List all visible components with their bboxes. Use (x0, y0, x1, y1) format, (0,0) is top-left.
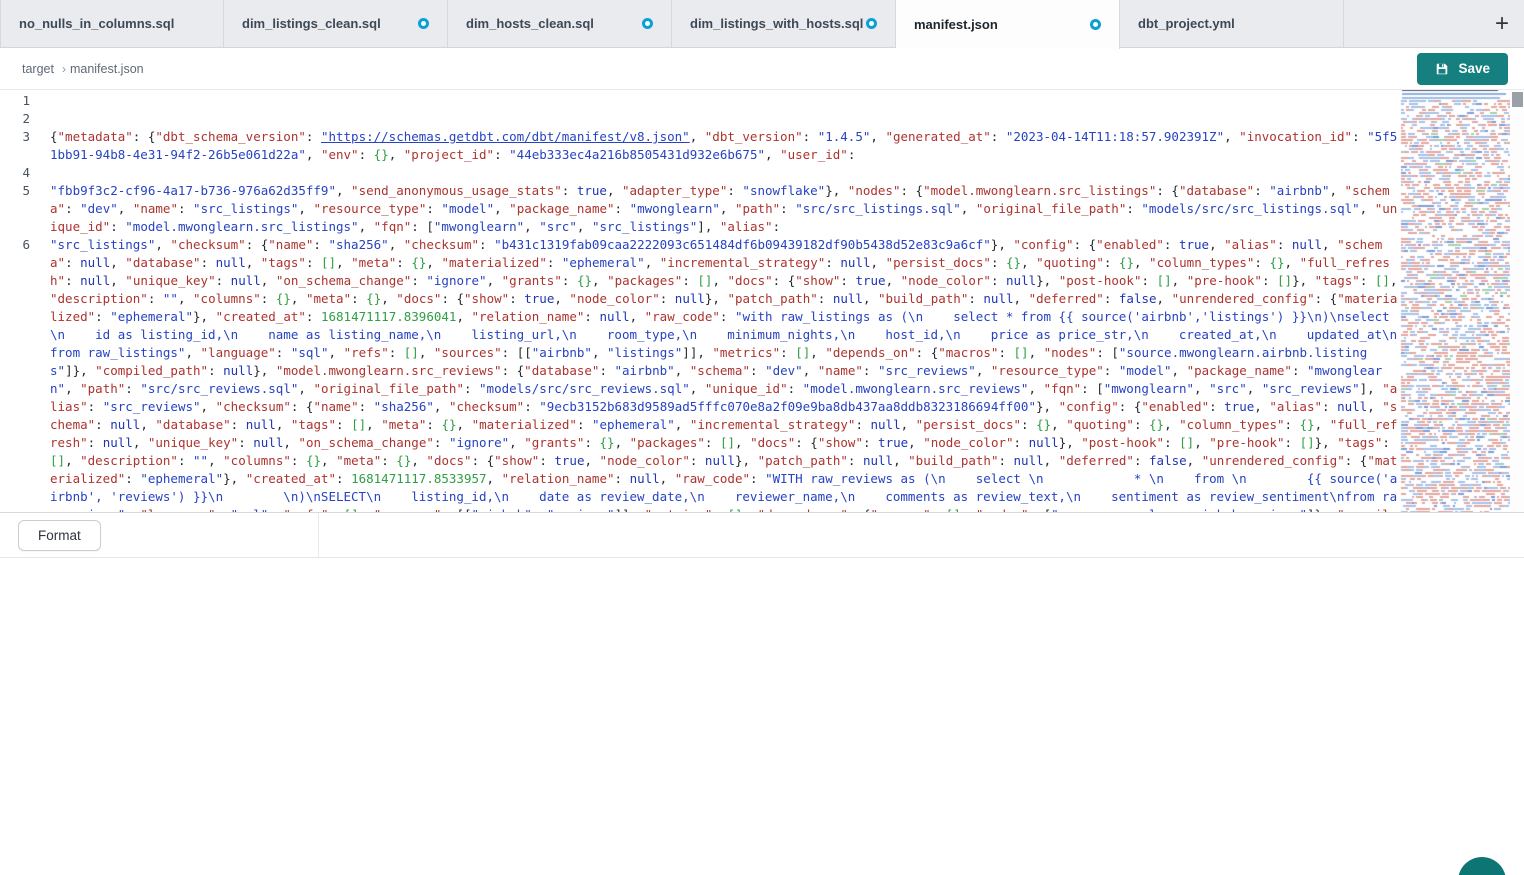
code-line[interactable]: 4 (0, 164, 1398, 182)
tabbar-spacer (1344, 0, 1480, 47)
unsaved-dot-icon[interactable] (866, 18, 877, 29)
tab-manifest-json[interactable]: manifest.json (896, 0, 1120, 49)
tab-label: manifest.json (914, 17, 998, 32)
tab-bar: no_nulls_in_columns.sql dim_listings_cle… (0, 0, 1524, 48)
plus-icon: + (1495, 10, 1509, 38)
toolbar-divider (318, 513, 319, 557)
line-number: 6 (0, 236, 44, 254)
bottom-toolbar: Format (0, 512, 1524, 558)
breadcrumb-folder: target (22, 62, 54, 76)
code-line-text[interactable] (44, 110, 1398, 128)
tab-label: dbt_project.yml (1138, 16, 1235, 31)
save-button-label: Save (1458, 61, 1490, 76)
tab-label: dim_hosts_clean.sql (466, 16, 594, 31)
unsaved-dot-icon[interactable] (642, 18, 653, 29)
new-tab-button[interactable]: + (1480, 0, 1524, 47)
editor-scrollbar[interactable] (1510, 90, 1524, 512)
breadcrumb-file: manifest.json (70, 62, 144, 76)
action-bar: target › manifest.json Save (0, 48, 1524, 90)
unsaved-dot-icon[interactable] (418, 18, 429, 29)
line-number: 2 (0, 110, 44, 128)
code-line-text[interactable] (44, 92, 1398, 110)
line-number: 3 (0, 128, 44, 146)
code-line[interactable]: 1 (0, 92, 1398, 110)
scrollbar-thumb[interactable] (1512, 92, 1523, 107)
tab-dim-listings-clean[interactable]: dim_listings_clean.sql (224, 0, 448, 47)
tab-dbt-project-yml[interactable]: dbt_project.yml (1120, 0, 1344, 47)
save-button[interactable]: Save (1417, 53, 1508, 85)
results-panel (0, 558, 1524, 875)
line-number: 4 (0, 164, 44, 182)
editor-minimap[interactable] (1400, 90, 1510, 512)
line-number: 1 (0, 92, 44, 110)
tab-no-nulls-in-columns[interactable]: no_nulls_in_columns.sql (0, 0, 224, 47)
code-rows[interactable]: 1 2 3{"metadata": {"dbt_schema_version":… (0, 92, 1398, 512)
tab-label: no_nulls_in_columns.sql (19, 16, 174, 31)
unsaved-dot-icon[interactable] (1090, 19, 1101, 30)
code-line[interactable]: 6"src_listings", "checksum": {"name": "s… (0, 236, 1398, 512)
code-editor[interactable]: 1 2 3{"metadata": {"dbt_schema_version":… (0, 90, 1524, 512)
format-button[interactable]: Format (18, 520, 101, 551)
code-line[interactable]: 2 (0, 110, 1398, 128)
tab-dim-listings-with-hosts[interactable]: dim_listings_with_hosts.sql (672, 0, 896, 47)
tab-label: dim_listings_with_hosts.sql (690, 16, 863, 31)
line-number: 5 (0, 182, 44, 200)
code-line[interactable]: 3{"metadata": {"dbt_schema_version": "ht… (0, 128, 1398, 164)
code-line[interactable]: 5"fbb9f3c2-cf96-4a17-b736-976a62d35ff9",… (0, 182, 1398, 236)
chevron-right-icon: › (62, 62, 66, 76)
floppy-disk-icon (1435, 62, 1449, 76)
tab-label: dim_listings_clean.sql (242, 16, 381, 31)
tab-dim-hosts-clean[interactable]: dim_hosts_clean.sql (448, 0, 672, 47)
help-bubble-button[interactable] (1458, 857, 1506, 875)
code-line-text[interactable]: "fbb9f3c2-cf96-4a17-b736-976a62d35ff9", … (44, 182, 1398, 236)
code-line-text[interactable] (44, 164, 1398, 182)
minimap-canvas[interactable] (1400, 90, 1510, 512)
ide-window: no_nulls_in_columns.sql dim_listings_cle… (0, 0, 1524, 875)
code-line-text[interactable]: "src_listings", "checksum": {"name": "sh… (44, 236, 1398, 512)
code-line-text[interactable]: {"metadata": {"dbt_schema_version": "htt… (44, 128, 1398, 164)
